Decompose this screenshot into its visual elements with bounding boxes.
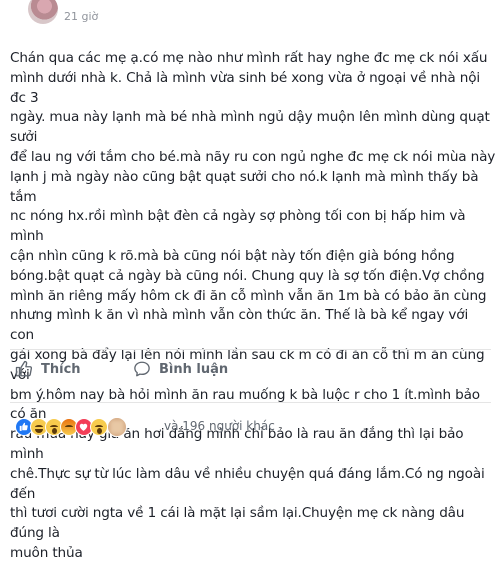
comment-label: Bình luận	[159, 361, 229, 377]
post-header: 21 giờ	[0, 0, 501, 40]
reactions-bar[interactable]: và 196 người khác	[0, 414, 501, 438]
divider-top	[10, 349, 491, 350]
post-timestamp[interactable]: 21 giờ	[64, 10, 98, 23]
author-avatar[interactable]	[28, 0, 58, 24]
reaction-icons[interactable]	[15, 417, 155, 437]
thumbs-up-icon	[15, 360, 33, 378]
reactor-avatar	[107, 417, 127, 437]
post-actions: Thích Bình luận	[0, 351, 501, 387]
like-label: Thích	[41, 361, 81, 377]
like-button[interactable]: Thích	[15, 357, 81, 381]
divider-bottom	[10, 402, 491, 403]
comment-icon	[133, 360, 151, 378]
post-text: Chán qua các mẹ ạ.có mẹ nào như mình rất…	[10, 50, 496, 561]
wow-reaction-icon	[90, 418, 108, 436]
reaction-count[interactable]: và 196 người khác	[164, 419, 275, 433]
comment-button[interactable]: Bình luận	[133, 357, 228, 381]
